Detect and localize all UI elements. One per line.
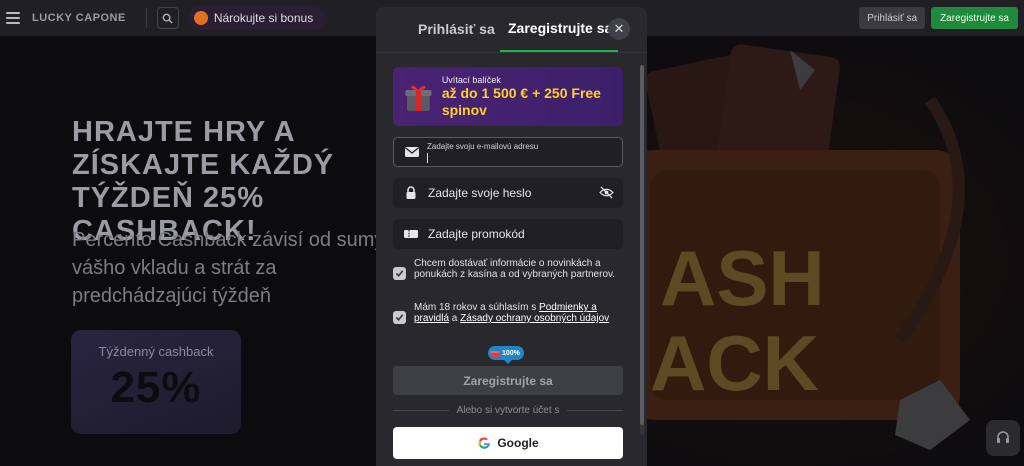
gift-icon xyxy=(405,85,432,111)
hero-subtitle: Percento Cashback závisí od sumy vášho v… xyxy=(72,229,385,307)
support-chat-button[interactable] xyxy=(986,420,1020,456)
terms-consent: Mám 18 rokov a súhlasím s Podmienky a pr… xyxy=(393,302,619,324)
divider-text: Alebo si vytvorte účet s xyxy=(456,405,560,416)
search-button[interactable] xyxy=(156,7,179,29)
progress-percent: 100% xyxy=(502,349,520,357)
google-signup-button[interactable]: Google xyxy=(393,427,623,459)
bonus-progress-badge: 100% xyxy=(488,346,524,364)
weekly-cashback-card: Týždenný cashback 25% xyxy=(71,330,241,434)
checkmark-icon xyxy=(395,270,404,277)
promocode-placeholder: Zadajte promokód xyxy=(428,227,525,241)
header-divider xyxy=(145,8,147,28)
promo-small-text: Uvítací balíček xyxy=(441,74,501,85)
cashback-card-label: Týždenný cashback xyxy=(98,344,214,359)
checkmark-icon xyxy=(395,314,404,321)
lock-icon xyxy=(406,186,416,199)
tab-register[interactable]: Zaregistrujte sa xyxy=(500,7,618,52)
text-caret xyxy=(427,153,428,163)
modal-scrollbar[interactable] xyxy=(640,65,644,435)
site-logo[interactable]: LUCKY CAPONE xyxy=(32,12,126,24)
marketing-checkbox[interactable] xyxy=(393,267,406,280)
email-field-label: Zadajte svoju e-mailovú adresu xyxy=(427,142,539,151)
ticket-icon xyxy=(404,230,418,238)
promo-headline: až do 1 500 € + 250 Free spinov xyxy=(441,84,601,118)
password-field[interactable]: Zadajte svoje heslo xyxy=(393,178,623,208)
welcome-package-banner: Uvítací balíček až do 1 500 € + 250 Free… xyxy=(393,67,623,126)
marketing-consent: Chcem dostávať informácie o novinkách a … xyxy=(393,258,619,280)
email-field[interactable]: Zadajte svoju e-mailovú adresu xyxy=(393,137,623,167)
privacy-link[interactable]: Zásady ochrany osobných údajov xyxy=(460,313,609,324)
claim-bonus-label: Nárokujte si bonus xyxy=(213,11,314,25)
terms-checkbox[interactable] xyxy=(393,311,406,324)
password-placeholder: Zadajte svoje heslo xyxy=(428,186,532,200)
marketing-consent-text: Chcem dostávať informácie o novinkách a … xyxy=(414,258,616,280)
close-icon[interactable]: ✕ xyxy=(608,18,630,40)
header-login-button[interactable]: Prihlásiť sa xyxy=(859,7,926,29)
auth-tabs: Prihlásiť sa Zaregistrujte sa ✕ xyxy=(376,7,647,53)
cashback-card-value: 25% xyxy=(110,363,202,412)
alt-signup-divider: Alebo si vytvorte účet s xyxy=(393,405,624,416)
google-icon xyxy=(478,437,491,449)
tab-login[interactable]: Prihlásiť sa xyxy=(376,7,500,52)
bonus-icon xyxy=(193,11,208,25)
terms-consent-text: Mám 18 rokov a súhlasím s Podmienky a pr… xyxy=(414,302,619,324)
gift-icon xyxy=(490,350,500,358)
google-label: Google xyxy=(497,436,539,450)
header-register-button[interactable]: Zaregistrujte sa xyxy=(931,7,1018,29)
search-icon xyxy=(162,13,173,24)
eye-off-icon[interactable] xyxy=(599,186,614,199)
terms-middle: a xyxy=(449,313,461,324)
envelope-icon xyxy=(405,147,419,157)
register-submit-button[interactable]: Zaregistrujte sa xyxy=(393,366,623,395)
claim-bonus-button[interactable]: Nárokujte si bonus xyxy=(187,6,326,30)
scrollbar-thumb[interactable] xyxy=(640,65,644,425)
promocode-field[interactable]: Zadajte promokód xyxy=(393,219,623,249)
headset-icon xyxy=(997,431,1009,443)
registration-modal: Prihlásiť sa Zaregistrujte sa ✕ Uvítací … xyxy=(376,7,647,466)
logo-text: LUCKY CAPONE xyxy=(32,12,126,24)
terms-prefix: Mám 18 rokov a súhlasím s xyxy=(414,302,540,313)
menu-icon[interactable] xyxy=(6,12,20,24)
